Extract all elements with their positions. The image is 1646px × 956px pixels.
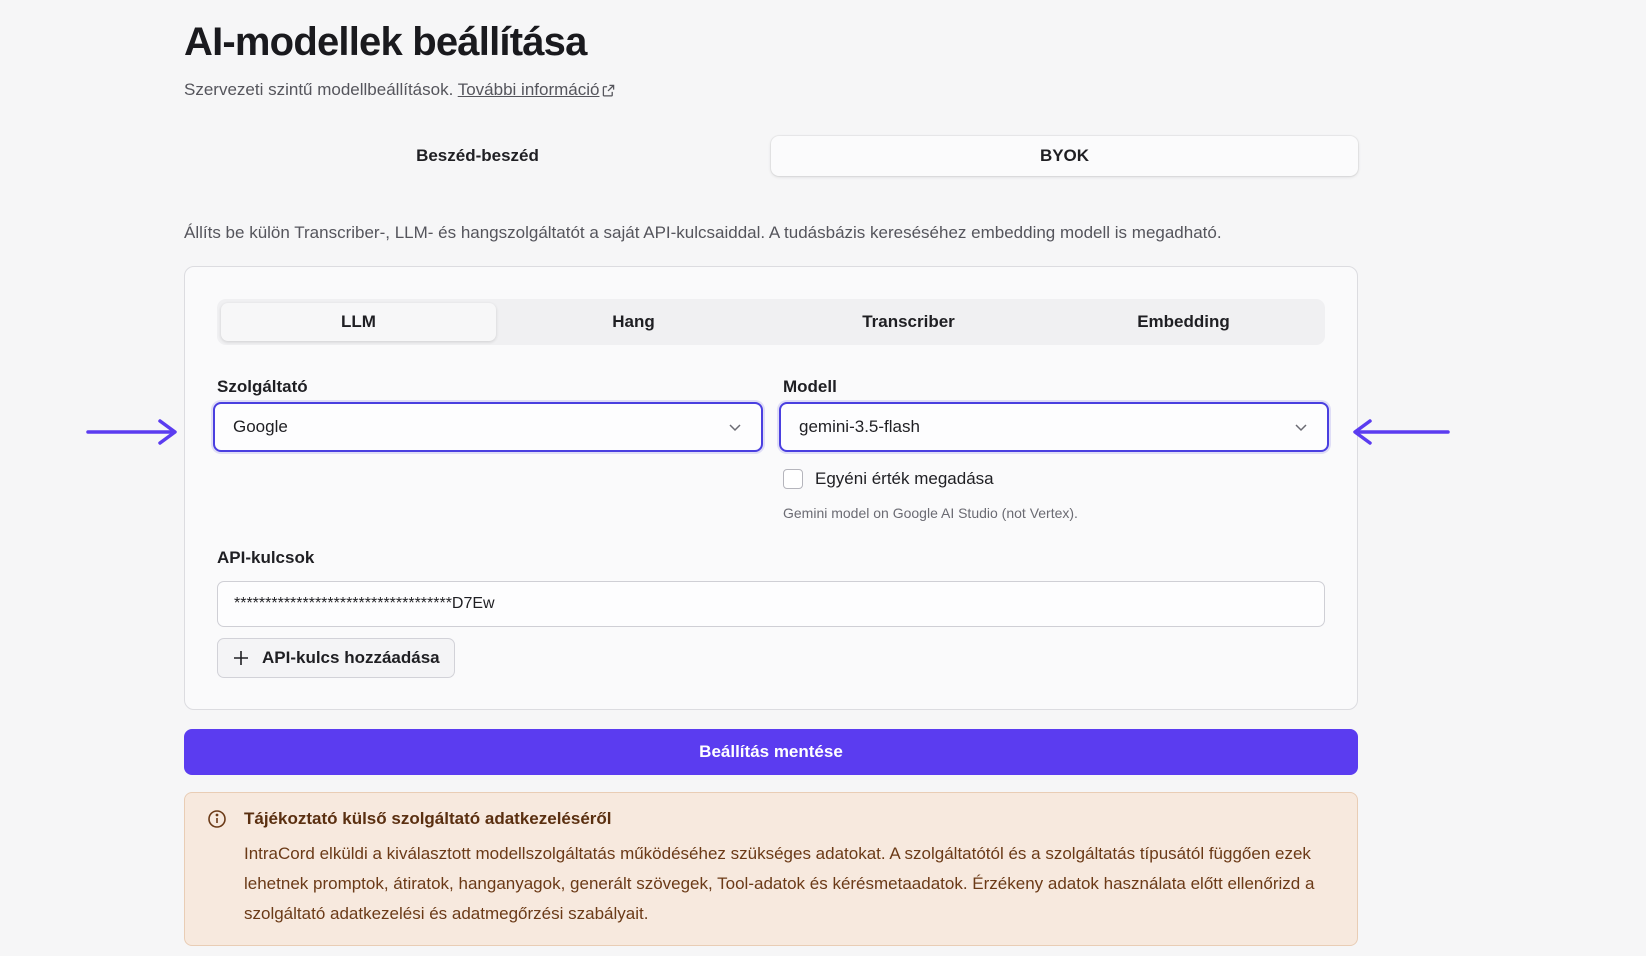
- page: AI-modellek beállítása Szervezeti szintű…: [0, 0, 1646, 956]
- provider-label: Szolgáltató: [217, 377, 308, 396]
- provider-select[interactable]: Google: [213, 402, 763, 452]
- byok-description: Állíts be külön Transcriber-, LLM- és ha…: [184, 223, 1222, 242]
- arrow-left-icon: [1353, 419, 1450, 445]
- tab-transcriber[interactable]: Transcriber: [771, 303, 1046, 341]
- add-api-key-button[interactable]: API-kulcs hozzáadása: [217, 638, 455, 678]
- model-select-value: gemini-3.5-flash: [799, 417, 920, 436]
- subtitle-text: Szervezeti szintű modellbeállítások.: [184, 80, 454, 99]
- provider-select-value: Google: [233, 417, 288, 436]
- custom-value-row: Egyéni érték megadása: [783, 469, 994, 489]
- tab-speech-to-speech[interactable]: Beszéd-beszéd: [184, 136, 771, 176]
- mode-tabs: Beszéd-beszéd BYOK: [184, 136, 1358, 176]
- external-link-icon: [603, 84, 615, 97]
- model-select[interactable]: gemini-3.5-flash: [779, 402, 1329, 452]
- info-icon: [208, 810, 226, 828]
- save-settings-button[interactable]: Beállítás mentése: [184, 729, 1358, 775]
- custom-value-label[interactable]: Egyéni érték megadása: [815, 469, 994, 489]
- more-info-link-label: További információ: [457, 80, 600, 99]
- model-label: Modell: [783, 377, 837, 396]
- save-settings-label: Beállítás mentése: [699, 742, 843, 761]
- notice-title: Tájékoztató külső szolgáltató adatkezelé…: [244, 809, 612, 828]
- tab-llm[interactable]: LLM: [221, 303, 496, 341]
- service-tabs: LLM Hang Transcriber Embedding: [217, 299, 1325, 345]
- data-processing-notice: Tájékoztató külső szolgáltató adatkezelé…: [184, 792, 1358, 946]
- tab-hang[interactable]: Hang: [496, 303, 771, 341]
- plus-icon: [234, 651, 248, 665]
- chevron-down-icon: [729, 424, 741, 432]
- tab-embedding[interactable]: Embedding: [1046, 303, 1321, 341]
- chevron-down-icon: [1295, 424, 1307, 432]
- add-api-key-label: API-kulcs hozzáadása: [262, 648, 440, 667]
- tab-byok[interactable]: BYOK: [771, 136, 1358, 176]
- custom-value-checkbox[interactable]: [783, 469, 803, 489]
- notice-body: IntraCord elküldi a kiválasztott modells…: [244, 844, 1315, 923]
- byok-settings-card: LLM Hang Transcriber Embedding Szolgálta…: [184, 266, 1358, 710]
- page-subtitle: Szervezeti szintű modellbeállítások. Tov…: [184, 80, 615, 100]
- model-hint: Gemini model on Google AI Studio (not Ve…: [783, 505, 1078, 521]
- page-title: AI-modellek beállítása: [184, 20, 587, 64]
- api-key-input[interactable]: [217, 581, 1325, 627]
- arrow-right-icon: [86, 419, 177, 445]
- api-keys-label: API-kulcsok: [217, 548, 315, 567]
- more-info-link[interactable]: További információ: [458, 80, 616, 99]
